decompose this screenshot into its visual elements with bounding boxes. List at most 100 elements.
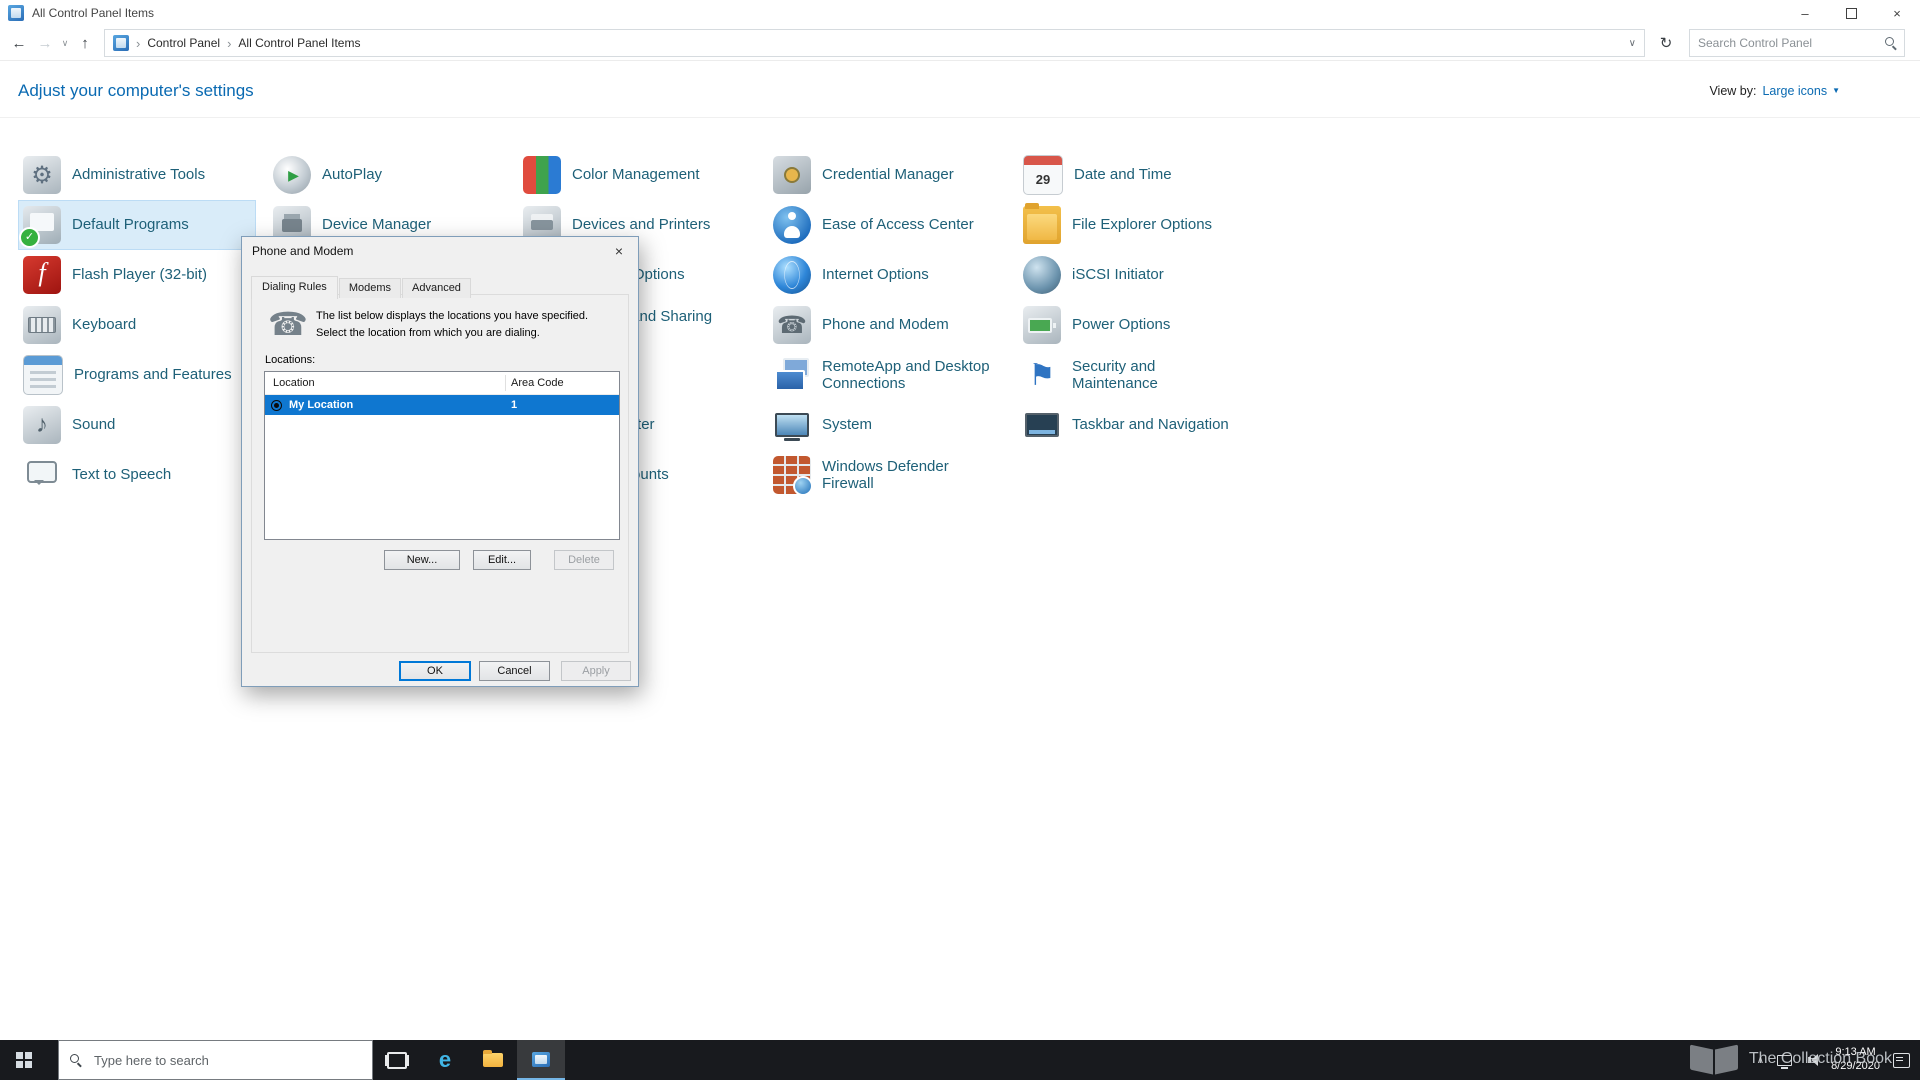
- control-panel-item-label: Date and Time: [1074, 166, 1172, 184]
- location-name: My Location: [289, 399, 354, 411]
- control-panel-item[interactable]: Flash Player (32-bit): [18, 250, 256, 300]
- refresh-button[interactable]: ↻: [1653, 30, 1679, 56]
- close-button[interactable]: ×: [1874, 0, 1920, 26]
- address-bar[interactable]: › Control Panel › All Control Panel Item…: [104, 29, 1645, 57]
- keyboard-icon: [23, 306, 61, 344]
- taskbar-search-box[interactable]: [58, 1040, 373, 1080]
- control-panel-item-label: Programs and Features: [74, 366, 232, 384]
- control-panel-item[interactable]: Keyboard: [18, 300, 256, 350]
- control-panel-item[interactable]: Programs and Features: [18, 350, 256, 400]
- control-panel-item[interactable]: Administrative Tools: [18, 150, 256, 200]
- iscsi-initiator-icon: [1023, 256, 1061, 294]
- control-panel-item[interactable]: Security and Maintenance: [1018, 350, 1256, 400]
- column-header-area-code[interactable]: Area Code: [511, 377, 564, 389]
- breadcrumb-control-panel[interactable]: Control Panel: [147, 36, 220, 50]
- action-center-icon[interactable]: [1893, 1052, 1910, 1068]
- control-panel-item[interactable]: Date and Time: [1018, 150, 1256, 200]
- dialog-close-button[interactable]: ×: [600, 237, 638, 265]
- volume-icon[interactable]: [1805, 1054, 1819, 1066]
- tab-advanced[interactable]: Advanced: [402, 278, 471, 298]
- locations-label: Locations:: [265, 354, 316, 366]
- taskbar-search-input[interactable]: [92, 1051, 362, 1069]
- header-row: Adjust your computer's settings View by:…: [0, 64, 1920, 118]
- address-dropdown-icon[interactable]: ∨: [1629, 38, 1636, 49]
- control-panel-items-grid: Administrative Tools AutoPlay Color Mana…: [18, 150, 1268, 500]
- control-panel-item-label: Flash Player (32-bit): [72, 266, 208, 284]
- page-title: Adjust your computer's settings: [18, 80, 254, 100]
- up-button[interactable]: ↑: [72, 30, 98, 56]
- control-panel-item-label: Text to Speech: [72, 466, 172, 484]
- control-panel-item[interactable]: Phone and Modem: [768, 300, 1006, 350]
- cancel-button[interactable]: Cancel: [479, 661, 550, 681]
- search-icon[interactable]: [1884, 36, 1898, 50]
- breadcrumb-all-control-panel-items[interactable]: All Control Panel Items: [238, 36, 360, 50]
- file-explorer-icon: [483, 1050, 503, 1067]
- control-panel-item[interactable]: Internet Options: [768, 250, 1006, 300]
- view-by-label: View by:: [1709, 83, 1757, 98]
- control-panel-item[interactable]: File Explorer Options: [1018, 200, 1256, 250]
- windows-logo-icon: [16, 1052, 32, 1068]
- control-panel-item[interactable]: Windows Defender Firewall: [768, 450, 1006, 500]
- maximize-icon: [1845, 7, 1857, 19]
- control-panel-item-label: Devices and Printers: [572, 216, 711, 234]
- location-row-my-location[interactable]: My Location 1: [265, 395, 619, 415]
- new-button[interactable]: New...: [384, 550, 460, 570]
- edit-button[interactable]: Edit...: [473, 550, 531, 570]
- control-panel-item[interactable]: System: [768, 400, 1006, 450]
- minimize-button[interactable]: –: [1782, 0, 1828, 26]
- control-panel-item[interactable]: Color Management: [518, 150, 756, 200]
- view-by-dropdown[interactable]: Large icons ▼: [1762, 84, 1840, 98]
- taskbar: e ∧ 9:13 AM 8/29/2020: [0, 1040, 1920, 1080]
- control-panel-item[interactable]: Sound: [18, 400, 256, 450]
- navigation-bar: ← → ∨ ↑ › Control Panel › All Control Pa…: [0, 26, 1920, 61]
- apply-button: Apply: [561, 661, 631, 681]
- ok-button[interactable]: OK: [399, 661, 471, 681]
- remoteapp-icon: [773, 356, 811, 394]
- maximize-button[interactable]: [1828, 0, 1874, 26]
- control-panel-item[interactable]: Power Options: [1018, 300, 1256, 350]
- control-panel-item-label: Security and Maintenance: [1072, 357, 1158, 392]
- control-panel-item[interactable]: Ease of Access Center: [768, 200, 1006, 250]
- forward-button[interactable]: →: [32, 30, 58, 56]
- control-panel-item[interactable]: AutoPlay: [268, 150, 506, 200]
- text-to-speech-icon: [23, 456, 61, 494]
- dialing-rules-tab-page: ☎ The list below displays the locations …: [251, 294, 629, 653]
- chevron-up-icon[interactable]: ∧: [1757, 1055, 1764, 1066]
- search-box[interactable]: [1689, 29, 1905, 57]
- control-panel-mini-icon: [113, 35, 129, 51]
- back-button[interactable]: ←: [6, 30, 32, 56]
- control-panel-item[interactable]: RemoteApp and Desktop Connections: [768, 350, 1006, 400]
- color-management-icon: [523, 156, 561, 194]
- control-panel-item-label: Phone and Modem: [822, 316, 949, 334]
- dialog-tab-strip: Dialing Rules Modems Advanced: [251, 276, 472, 299]
- windows-defender-firewall-icon: [773, 456, 813, 496]
- phone-and-modem-dialog: Phone and Modem × Dialing Rules Modems Adv…: [241, 236, 639, 687]
- task-view-button[interactable]: [373, 1040, 421, 1080]
- control-panel-item-label: Power Options: [1072, 316, 1171, 334]
- start-button[interactable]: [0, 1040, 48, 1080]
- power-options-icon: [1023, 306, 1061, 344]
- control-panel-item-label: Taskbar and Navigation: [1072, 416, 1229, 434]
- search-input[interactable]: [1696, 35, 1884, 51]
- control-panel-item[interactable]: Taskbar and Navigation: [1018, 400, 1256, 450]
- tab-dialing-rules[interactable]: Dialing Rules: [251, 276, 338, 299]
- control-panel-item[interactable]: Default Programs: [18, 200, 256, 250]
- file-explorer-taskbar-button[interactable]: [469, 1040, 517, 1080]
- column-header-location[interactable]: Location: [265, 377, 315, 389]
- control-panel-item-label: AutoPlay: [322, 166, 383, 184]
- history-dropdown-icon[interactable]: ∨: [58, 30, 72, 56]
- search-icon: [69, 1053, 83, 1067]
- tab-modems[interactable]: Modems: [338, 278, 401, 298]
- control-panel-item[interactable]: Text to Speech: [18, 450, 256, 500]
- network-icon[interactable]: [1777, 1054, 1793, 1069]
- control-panel-icon: [532, 1051, 550, 1067]
- credential-manager-icon: [773, 156, 811, 194]
- dialog-title: Phone and Modem: [252, 244, 354, 258]
- internet-explorer-taskbar-button[interactable]: e: [421, 1040, 469, 1080]
- control-panel-item-label: Ease of Access Center: [822, 216, 974, 234]
- control-panel-item[interactable]: iSCSI Initiator: [1018, 250, 1256, 300]
- taskbar-clock[interactable]: 9:13 AM 8/29/2020: [1831, 1046, 1880, 1074]
- control-panel-taskbar-button[interactable]: [517, 1040, 565, 1080]
- control-panel-item[interactable]: Credential Manager: [768, 150, 1006, 200]
- control-panel-item-label: Windows Defender Firewall: [822, 457, 949, 492]
